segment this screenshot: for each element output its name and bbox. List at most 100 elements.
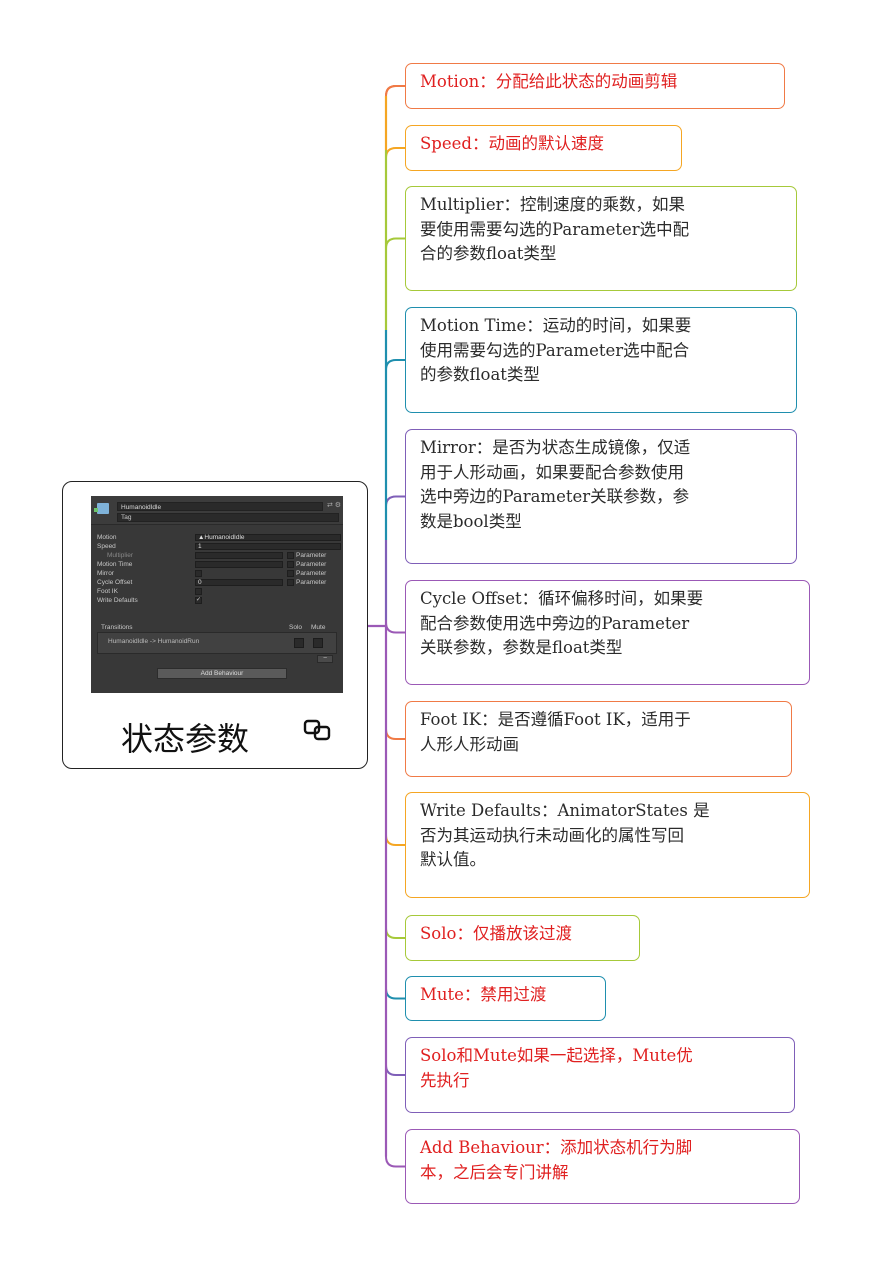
node-text-line: Motion：分配给此状态的动画剪辑	[420, 72, 678, 91]
mute-checkbox[interactable]	[313, 638, 323, 648]
node-text-line: Write Defaults：AnimatorStates 是	[420, 801, 710, 820]
inspector-header: HumanoidIdle Tag ⇄ ⚙	[91, 496, 343, 525]
parameter-label: Parameter	[296, 570, 327, 577]
node-text-line: 人形人形动画	[420, 734, 519, 754]
parameter-checkbox[interactable]	[287, 561, 294, 568]
parameter-checkbox[interactable]	[287, 570, 294, 577]
node-text-line: Solo和Mute如果一起选择，Mute优	[420, 1046, 693, 1065]
child-node[interactable]: Speed：动画的默认速度	[405, 125, 682, 171]
trunk-cap	[385, 85, 397, 97]
inspector-row-checkbox[interactable]	[195, 570, 202, 577]
node-text-line: 使用需要勾选的Parameter选中配合	[420, 340, 690, 360]
node-text-line: Add Behaviour：添加状态机行为脚	[420, 1138, 693, 1157]
node-text-line: Foot IK：是否遵循Foot IK，适用于	[420, 710, 691, 729]
parameter-label: Parameter	[296, 579, 327, 586]
parameter-checkbox[interactable]	[287, 552, 294, 559]
child-node[interactable]: Add Behaviour：添加状态机行为脚 本，之后会专门讲解	[405, 1129, 800, 1204]
inspector-row-field[interactable]: ▲HumanoidIdle	[195, 534, 341, 541]
branch-connector	[385, 622, 405, 634]
node-text-line: 否为其运动执行未动画化的属性写回	[420, 825, 684, 845]
branch-connector	[385, 1156, 405, 1168]
node-text-line: 关联参数，参数是float类型	[420, 638, 623, 658]
settings-icon[interactable]: ⇄ ⚙	[327, 501, 341, 509]
inspector-row-label: Mirror	[97, 570, 114, 577]
inspector-row-label: Speed	[97, 543, 116, 550]
branch-connector	[385, 237, 405, 249]
node-text-line: 默认值。	[420, 850, 486, 870]
inspector-row-checkbox[interactable]	[195, 588, 202, 595]
node-text-line: 本，之后会专门讲解	[420, 1162, 569, 1182]
node-text-line: 选中旁边的Parameter关联参数，参	[420, 487, 690, 507]
inspector-row-field[interactable]	[195, 561, 283, 568]
inspector-row-field[interactable]	[195, 552, 283, 559]
inspector-row: Multiplier Parameter	[97, 551, 337, 560]
inspector-row-checkbox[interactable]: ✓	[195, 597, 202, 604]
inspector-row-field[interactable]: 1	[195, 543, 341, 550]
node-text-line: Mute：禁用过渡	[420, 985, 547, 1004]
root-title: 状态参数	[121, 720, 250, 758]
animator-state-inspector: HumanoidIdle Tag ⇄ ⚙ Motion ▲HumanoidIdle…	[91, 496, 343, 693]
inspector-row: Speed 1	[97, 542, 341, 551]
state-name-field[interactable]: HumanoidIdle	[117, 502, 323, 511]
inspector-row-label: Motion	[97, 534, 117, 541]
inspector-row-field[interactable]: 0	[195, 579, 283, 586]
branch-connector	[385, 728, 405, 740]
solo-checkbox[interactable]	[294, 638, 304, 648]
branch-connector	[385, 495, 405, 507]
child-node[interactable]: Write Defaults：AnimatorStates 是否为其运动执行未动…	[405, 792, 810, 898]
link-icon[interactable]	[303, 719, 333, 741]
remove-transition-button[interactable]: −	[317, 655, 333, 663]
inspector-row: Cycle Offset 0 Parameter	[97, 578, 337, 587]
inspector-row: Motion Time Parameter	[97, 560, 337, 569]
inspector-row-label: Write Defaults	[97, 597, 138, 604]
inspector-row-label: Cycle Offset	[97, 579, 133, 586]
child-node[interactable]: Solo：仅播放该过渡	[405, 915, 640, 961]
branch-connector	[385, 1064, 405, 1076]
mute-column-label: Mute	[311, 624, 326, 631]
child-node[interactable]: Motion：分配给此状态的动画剪辑	[405, 63, 785, 109]
node-text-line: 的参数float类型	[420, 365, 540, 385]
child-node[interactable]: Solo和Mute如果一起选择，Mute优 先执行	[405, 1037, 795, 1113]
child-node[interactable]: Foot IK：是否遵循Foot IK，适用于 人形人形动画	[405, 701, 792, 777]
branch-connector	[385, 147, 405, 159]
node-text-line: Speed：动画的默认速度	[420, 134, 604, 153]
inspector-row: Mirror Parameter	[97, 569, 337, 578]
transitions-header: Transitions Solo Mute	[101, 623, 335, 632]
parameter-label: Parameter	[296, 561, 327, 568]
inspector-row: Write Defaults ✓	[97, 596, 337, 605]
node-text-line: Solo：仅播放该过渡	[420, 924, 572, 943]
node-text-line: 用于人形动画，如果要配合参数使用	[420, 462, 684, 482]
root-node[interactable]: HumanoidIdle Tag ⇄ ⚙ Motion ▲HumanoidIdle…	[62, 481, 368, 769]
branch-connector	[385, 359, 405, 371]
node-text-line: 数是bool类型	[420, 512, 522, 532]
parameter-checkbox[interactable]	[287, 579, 294, 586]
transition-item[interactable]: HumanoidIdle -> HumanoidRun	[108, 638, 199, 645]
inspector-row-label: Foot IK	[97, 588, 118, 595]
transitions-list[interactable]: HumanoidIdle -> HumanoidRun	[97, 632, 337, 654]
child-node[interactable]: Mirror：是否为状态生成镜像，仅适 用于人形动画，如果要配合参数使用 选中旁边的…	[405, 429, 797, 564]
node-text-line: Multiplier：控制速度的乘数，如果	[420, 195, 685, 214]
solo-column-label: Solo	[289, 624, 303, 631]
node-text-line: 合的参数float类型	[420, 244, 557, 264]
node-text-line: 配合参数使用选中旁边的Parameter	[420, 613, 690, 633]
state-icon	[94, 503, 109, 514]
node-text-line: 要使用需要勾选的Parameter选中配	[420, 219, 690, 239]
inspector-row-label: Multiplier	[107, 552, 134, 559]
node-text-line: Motion Time：运动的时间，如果要	[420, 316, 692, 335]
inspector-row: Motion ▲HumanoidIdle	[97, 533, 341, 542]
child-node[interactable]: Motion Time：运动的时间，如果要 使用需要勾选的Parameter选中配…	[405, 307, 797, 413]
transitions-label: Transitions	[101, 624, 133, 631]
node-text-line: Mirror：是否为状态生成镜像，仅适	[420, 438, 691, 457]
branch-connector	[385, 834, 405, 846]
child-node[interactable]: Multiplier：控制速度的乘数，如果 要使用需要勾选的Parameter选中…	[405, 186, 797, 291]
inspector-row: Foot IK	[97, 587, 337, 596]
add-behaviour-button[interactable]: Add Behaviour	[157, 668, 287, 679]
node-text-line: Cycle Offset：循环偏移时间，如果要	[420, 589, 704, 608]
child-node[interactable]: Mute：禁用过渡	[405, 976, 606, 1021]
inspector-row-label: Motion Time	[97, 561, 133, 568]
branch-connector	[385, 927, 405, 939]
parameter-label: Parameter	[296, 552, 327, 559]
branch-connector	[385, 988, 405, 1000]
tag-field[interactable]: Tag	[117, 513, 339, 522]
child-node[interactable]: Cycle Offset：循环偏移时间，如果要 配合参数使用选中旁边的Parame…	[405, 580, 810, 685]
